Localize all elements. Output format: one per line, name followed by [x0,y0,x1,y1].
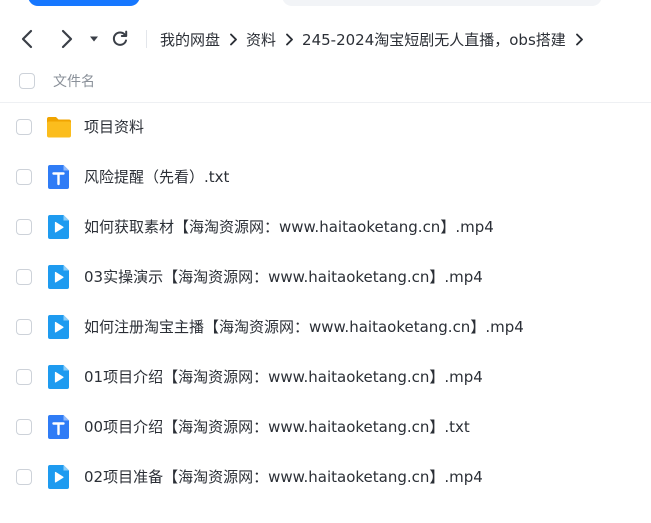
breadcrumb: 我的网盘 资料 245-2024淘宝短剧无人直播，obs搭建 [160,22,592,56]
video-file-icon [48,315,69,339]
file-name: 01项目介绍【海淘资源网：www.haitaoketang.cn】.mp4 [84,368,483,386]
row-checkbox[interactable] [16,269,32,285]
file-row[interactable]: 00项目介绍【海淘资源网：www.haitaoketang.cn】.txt [0,402,651,452]
video-file-icon [48,365,69,389]
file-row[interactable]: 如何注册淘宝主播【海淘资源网：www.haitaoketang.cn】.mp4 [0,302,651,352]
file-row[interactable]: 01项目介绍【海淘资源网：www.haitaoketang.cn】.mp4 [0,352,651,402]
select-all-checkbox[interactable] [19,73,35,89]
breadcrumb-item-current-folder[interactable]: 245-2024淘宝短剧无人直播，obs搭建 [302,29,566,50]
history-dropdown-button[interactable] [86,22,102,56]
video-file-icon [48,265,69,289]
caret-down-icon [90,36,98,42]
back-button[interactable] [14,22,40,56]
breadcrumb-item-materials[interactable]: 资料 [246,29,276,50]
file-name: 风险提醒（先看）.txt [84,168,230,186]
row-checkbox[interactable] [16,369,32,385]
row-checkbox[interactable] [16,419,32,435]
text-file-icon [48,165,69,189]
row-checkbox[interactable] [16,319,32,335]
file-list-header: 文件名 [0,62,651,103]
video-file-icon [48,465,69,489]
breadcrumb-separator-icon [285,33,294,46]
text-file-icon [48,415,69,439]
refresh-icon [112,30,128,46]
toolbar-divider [146,30,147,48]
file-row[interactable]: 03实操演示【海淘资源网：www.haitaoketang.cn】.mp4 [0,252,651,302]
column-header-filename[interactable]: 文件名 [53,62,95,102]
file-row[interactable]: 02项目准备【海淘资源网：www.haitaoketang.cn】.mp4 [0,452,651,502]
file-name: 03实操演示【海淘资源网：www.haitaoketang.cn】.mp4 [84,268,483,286]
row-checkbox[interactable] [16,169,32,185]
file-name: 如何注册淘宝主播【海淘资源网：www.haitaoketang.cn】.mp4 [84,318,524,336]
navigation-bar: 我的网盘 资料 245-2024淘宝短剧无人直播，obs搭建 [0,22,651,56]
breadcrumb-item-root[interactable]: 我的网盘 [160,29,220,50]
file-row[interactable]: 风险提醒（先看）.txt [0,152,651,202]
file-name: 00项目介绍【海淘资源网：www.haitaoketang.cn】.txt [84,418,470,436]
row-checkbox[interactable] [16,219,32,235]
breadcrumb-separator-icon [575,33,584,46]
file-name: 项目资料 [84,118,145,136]
top-toolbar-remnant [0,0,651,12]
video-file-icon [48,215,69,239]
file-row[interactable]: 如何获取素材【海淘资源网：www.haitaoketang.cn】.mp4 [0,202,651,252]
row-checkbox[interactable] [16,469,32,485]
file-name: 02项目准备【海淘资源网：www.haitaoketang.cn】.mp4 [84,468,483,486]
search-bar[interactable] [282,0,602,6]
file-row[interactable]: 项目资料 [0,102,651,152]
forward-button[interactable] [54,22,80,56]
file-name: 如何获取素材【海淘资源网：www.haitaoketang.cn】.mp4 [84,218,494,236]
row-checkbox[interactable] [16,119,32,135]
breadcrumb-separator-icon [229,33,238,46]
chevron-left-icon [21,29,33,49]
refresh-button[interactable] [108,22,132,56]
primary-action-button[interactable] [28,0,140,6]
folder-icon [47,117,71,138]
chevron-right-icon [61,29,73,49]
